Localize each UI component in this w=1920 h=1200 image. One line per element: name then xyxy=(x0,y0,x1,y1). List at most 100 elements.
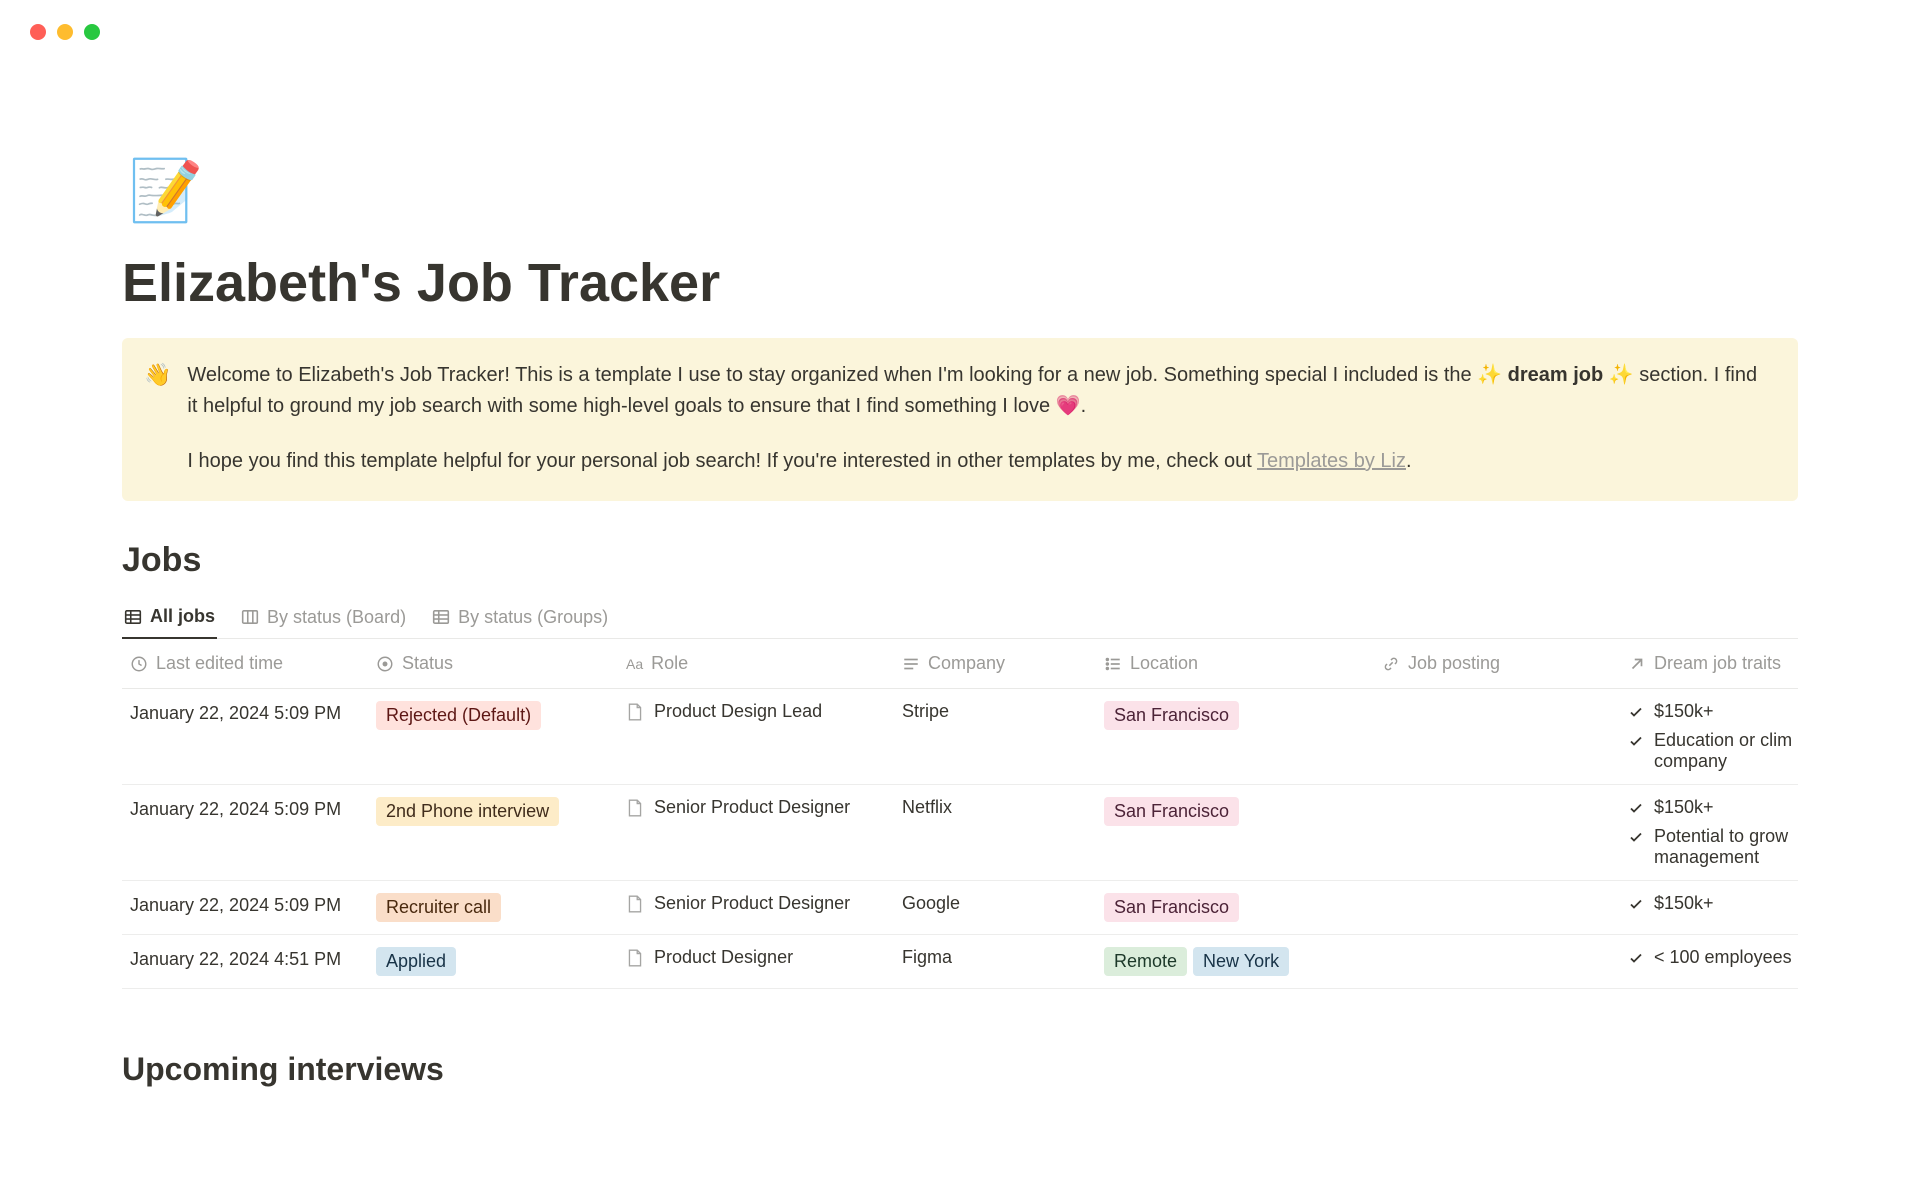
status-tag: Recruiter call xyxy=(376,893,501,922)
cell-last-edited: January 22, 2024 5:09 PM xyxy=(122,893,376,916)
wave-icon: 👋 xyxy=(144,360,171,477)
page-icon xyxy=(626,798,644,818)
page-title[interactable]: Elizabeth's Job Tracker xyxy=(122,252,1798,314)
table-row[interactable]: January 22, 2024 4:51 PMApplied Product D… xyxy=(122,935,1798,989)
table-row[interactable]: January 22, 2024 5:09 PM2nd Phone interv… xyxy=(122,785,1798,881)
tab-label: By status (Groups) xyxy=(458,607,608,628)
col-label: Dream job traits xyxy=(1654,653,1781,674)
check-icon xyxy=(1628,733,1644,749)
col-status[interactable]: Status xyxy=(376,653,626,674)
status-tag: Rejected (Default) xyxy=(376,701,541,730)
col-location[interactable]: Location xyxy=(1104,653,1382,674)
cell-location[interactable]: San Francisco xyxy=(1104,797,1382,826)
col-label: Job posting xyxy=(1408,653,1500,674)
cell-location[interactable]: RemoteNew York xyxy=(1104,947,1382,976)
cell-role[interactable]: Senior Product Designer xyxy=(626,797,902,818)
jobs-heading[interactable]: Jobs xyxy=(122,541,1798,580)
cell-company[interactable]: Figma xyxy=(902,947,1104,968)
page-icon[interactable]: 📝 xyxy=(122,140,210,240)
role-title: Product Design Lead xyxy=(654,701,822,722)
sparkle-icon: ✨ xyxy=(1609,364,1634,386)
trait-item: $150k+ xyxy=(1628,893,1714,914)
page-icon xyxy=(626,948,644,968)
view-tabs: All jobs By status (Board) By status (Gr… xyxy=(122,598,1798,639)
trait-item: Potential to grow management xyxy=(1628,826,1798,868)
role-title: Senior Product Designer xyxy=(654,893,850,914)
table-icon xyxy=(124,608,142,626)
callout-block[interactable]: 👋 Welcome to Elizabeth's Job Tracker! Th… xyxy=(122,338,1798,501)
cell-last-edited: January 22, 2024 5:09 PM xyxy=(122,797,376,820)
callout-period2: . xyxy=(1406,450,1412,472)
col-label: Status xyxy=(402,653,453,674)
page-icon xyxy=(626,894,644,914)
cell-location[interactable]: San Francisco xyxy=(1104,893,1382,922)
board-icon xyxy=(241,608,259,626)
cell-last-edited: January 22, 2024 4:51 PM xyxy=(122,947,376,970)
col-company[interactable]: Company xyxy=(902,653,1104,674)
cell-role[interactable]: Senior Product Designer xyxy=(626,893,902,914)
cell-status[interactable]: 2nd Phone interview xyxy=(376,797,626,826)
cell-dream-traits[interactable]: < 100 employees xyxy=(1628,947,1798,968)
tab-all-jobs[interactable]: All jobs xyxy=(122,598,217,639)
col-job-posting[interactable]: Job posting xyxy=(1382,653,1628,674)
cell-role[interactable]: Product Design Lead xyxy=(626,701,902,722)
status-tag: Applied xyxy=(376,947,456,976)
cell-status[interactable]: Rejected (Default) xyxy=(376,701,626,730)
table-header: Last edited time Status Aa Role Company … xyxy=(122,639,1798,689)
cell-status[interactable]: Applied xyxy=(376,947,626,976)
col-role[interactable]: Aa Role xyxy=(626,653,902,674)
table-row[interactable]: January 22, 2024 5:09 PMRecruiter call Se… xyxy=(122,881,1798,935)
table-row[interactable]: January 22, 2024 5:09 PMRejected (Defaul… xyxy=(122,689,1798,785)
tab-by-status-board[interactable]: By status (Board) xyxy=(239,598,408,638)
callout-period: . xyxy=(1081,395,1087,417)
window-minimize[interactable] xyxy=(57,24,73,40)
trait-text: $150k+ xyxy=(1654,893,1714,914)
cell-company[interactable]: Google xyxy=(902,893,1104,914)
location-tag: San Francisco xyxy=(1104,701,1239,730)
col-dream-traits[interactable]: Dream job traits xyxy=(1628,653,1798,674)
col-label: Location xyxy=(1130,653,1198,674)
cell-company[interactable]: Netflix xyxy=(902,797,1104,818)
col-label: Role xyxy=(651,653,688,674)
callout-text-c: I hope you find this template helpful fo… xyxy=(187,450,1257,472)
tab-label: By status (Board) xyxy=(267,607,406,628)
cell-dream-traits[interactable]: $150k+ Potential to grow management xyxy=(1628,797,1798,868)
jobs-table: Last edited time Status Aa Role Company … xyxy=(122,639,1798,989)
cell-status[interactable]: Recruiter call xyxy=(376,893,626,922)
table-icon xyxy=(432,608,450,626)
list-icon xyxy=(1104,655,1122,673)
check-icon xyxy=(1628,800,1644,816)
cell-company[interactable]: Stripe xyxy=(902,701,1104,722)
trait-text: Education or clim company xyxy=(1654,730,1798,772)
check-icon xyxy=(1628,896,1644,912)
cell-role[interactable]: Product Designer xyxy=(626,947,902,968)
cell-dream-traits[interactable]: $150k+ xyxy=(1628,893,1798,914)
location-tag: San Francisco xyxy=(1104,797,1239,826)
callout-text-a: Welcome to Elizabeth's Job Tracker! This… xyxy=(187,364,1477,386)
role-title: Senior Product Designer xyxy=(654,797,850,818)
status-tag: 2nd Phone interview xyxy=(376,797,559,826)
window-maximize[interactable] xyxy=(84,24,100,40)
text-icon: Aa xyxy=(626,656,643,672)
cell-location[interactable]: San Francisco xyxy=(1104,701,1382,730)
trait-item: $150k+ xyxy=(1628,797,1714,818)
trait-item: < 100 employees xyxy=(1628,947,1792,968)
upcoming-heading[interactable]: Upcoming interviews xyxy=(122,1051,1798,1088)
tab-by-status-groups[interactable]: By status (Groups) xyxy=(430,598,610,638)
location-tag: Remote xyxy=(1104,947,1187,976)
col-last-edited[interactable]: Last edited time xyxy=(122,653,376,674)
col-label: Company xyxy=(928,653,1005,674)
trait-text: $150k+ xyxy=(1654,701,1714,722)
trait-text: $150k+ xyxy=(1654,797,1714,818)
callout-bold: dream job xyxy=(1508,364,1604,386)
col-label: Last edited time xyxy=(156,653,283,674)
templates-link[interactable]: Templates by Liz xyxy=(1257,450,1406,472)
status-icon xyxy=(376,655,394,673)
trait-text: < 100 employees xyxy=(1654,947,1792,968)
cell-last-edited: January 22, 2024 5:09 PM xyxy=(122,701,376,724)
trait-text: Potential to grow management xyxy=(1654,826,1798,868)
cell-dream-traits[interactable]: $150k+ Education or clim company xyxy=(1628,701,1798,772)
location-tag: San Francisco xyxy=(1104,893,1239,922)
window-close[interactable] xyxy=(30,24,46,40)
tab-label: All jobs xyxy=(150,606,215,627)
